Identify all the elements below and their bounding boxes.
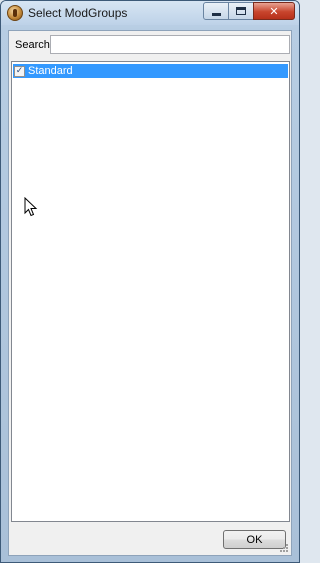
window-controls: ✕	[203, 2, 295, 20]
ok-button[interactable]: OK	[223, 530, 286, 549]
item-label: Standard	[28, 65, 73, 77]
maximize-button[interactable]	[228, 2, 254, 20]
search-row: Search	[9, 31, 291, 59]
list-item[interactable]: ✓ Standard	[13, 64, 288, 78]
minimize-button[interactable]	[203, 2, 229, 20]
dialog-footer: OK	[9, 524, 291, 555]
maximize-icon	[236, 7, 246, 15]
window-title: Select ModGroups	[28, 6, 128, 20]
close-button[interactable]: ✕	[253, 2, 295, 20]
minimize-icon	[211, 12, 221, 16]
title-bar[interactable]: Select ModGroups ✕	[1, 1, 299, 25]
dialog-window: Select ModGroups ✕ Search ✓ Standard OK	[0, 0, 300, 563]
dialog-content: Search ✓ Standard OK	[8, 30, 292, 556]
search-input[interactable]	[50, 35, 290, 54]
item-checkbox[interactable]: ✓	[14, 65, 25, 77]
resize-grip-icon[interactable]	[279, 543, 289, 553]
modgroups-list[interactable]: ✓ Standard	[11, 61, 290, 522]
mouse-cursor-icon	[24, 197, 38, 217]
app-icon[interactable]	[7, 5, 23, 21]
search-label: Search	[15, 39, 50, 51]
checkmark-icon: ✓	[15, 65, 24, 76]
close-icon: ✕	[269, 4, 279, 18]
